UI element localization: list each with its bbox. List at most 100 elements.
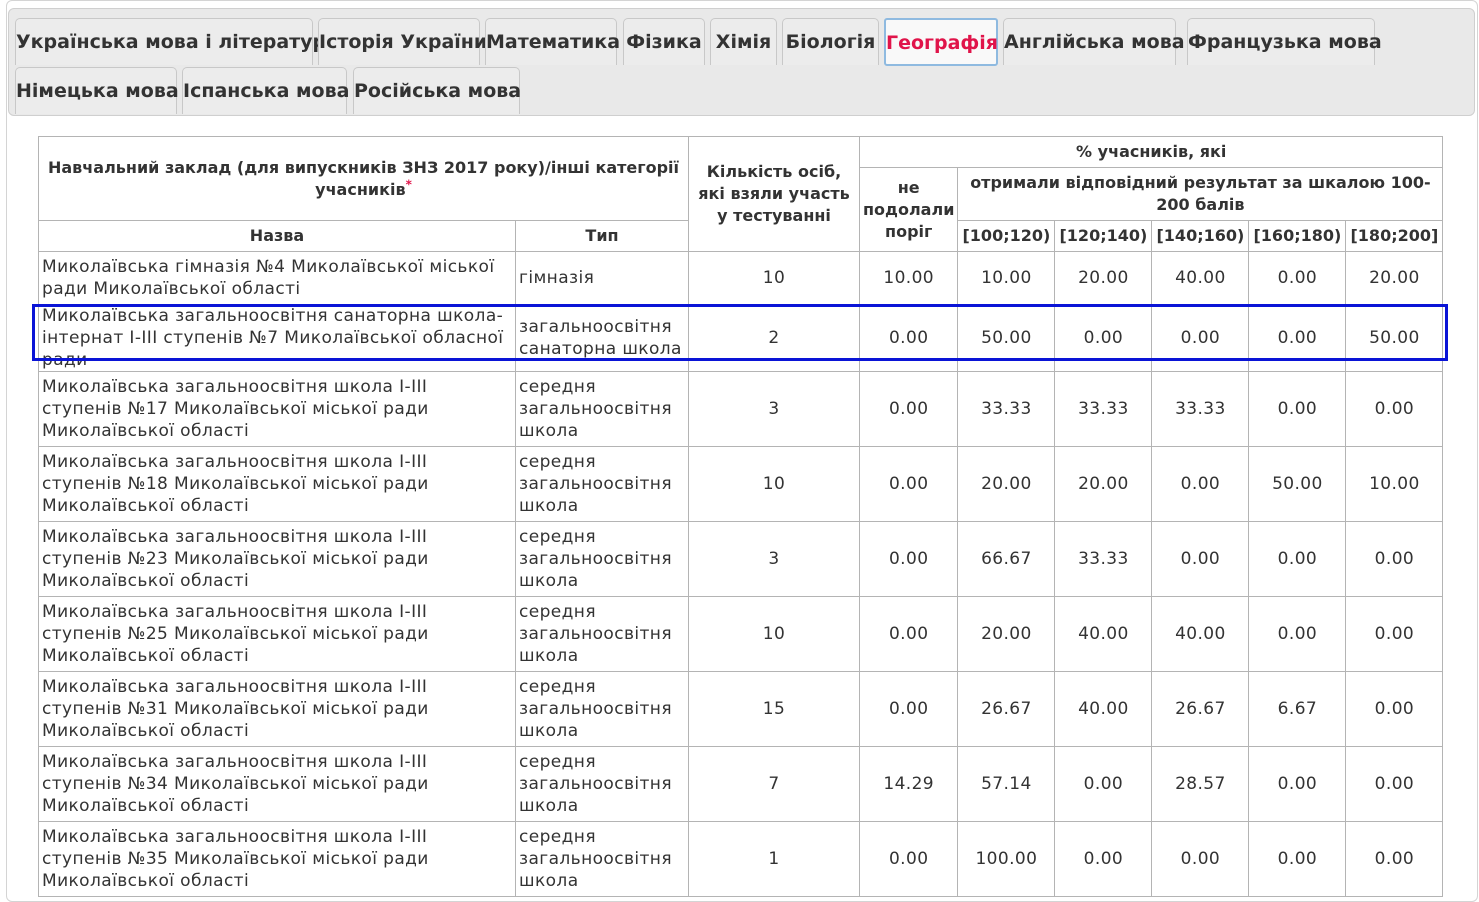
range-header: [160;180) — [1248, 220, 1347, 252]
range-180-200-percent: 0.00 — [1345, 821, 1444, 897]
name-header: Назва — [38, 220, 516, 252]
tab-russian[interactable]: Російська мова — [353, 67, 521, 114]
school-type: середня загальноосвітня школа — [515, 596, 689, 672]
participants-count: 10 — [688, 596, 860, 672]
range-header: [120;140) — [1054, 220, 1153, 252]
participants-count: 10 — [688, 251, 860, 305]
results-table: Навчальний заклад (для випускників ЗНЗ 2… — [38, 136, 1444, 897]
school-type: середня загальноосвітня школа — [515, 746, 689, 822]
table-row: Миколаївська загальноосвітня школа І-ІІІ… — [38, 821, 1444, 897]
tab-physics[interactable]: Фізика — [623, 18, 705, 65]
table-row: Миколаївська гімназія №4 Миколаївської м… — [38, 251, 1444, 305]
tab-english[interactable]: Англійська мова — [1003, 18, 1185, 65]
range-160-180-percent: 0.00 — [1248, 251, 1347, 305]
range-180-200-percent: 0.00 — [1345, 371, 1444, 447]
range-120-140-percent: 0.00 — [1054, 746, 1153, 822]
range-180-200-percent: 0.00 — [1345, 746, 1444, 822]
range-180-200-percent: 0.00 — [1345, 671, 1444, 747]
range-100-120-percent: 20.00 — [957, 596, 1056, 672]
failed-percent: 0.00 — [858, 446, 959, 522]
range-180-200-percent: 10.00 — [1345, 446, 1444, 522]
failed-percent: 0.00 — [858, 521, 959, 597]
scale-result-header: отримали відповідний результат за шкалою… — [957, 167, 1444, 221]
table-row: Миколаївська загальноосвітня школа І-ІІІ… — [38, 371, 1444, 447]
school-name: Миколаївська загальноосвітня школа І-ІІІ… — [38, 371, 516, 447]
school-type: середня загальноосвітня школа — [515, 821, 689, 897]
range-140-160-percent: 0.00 — [1151, 304, 1250, 372]
tab-german[interactable]: Німецька мова — [15, 67, 179, 114]
range-140-160-percent: 26.67 — [1151, 671, 1250, 747]
table-row: Миколаївська загальноосвітня школа І-ІІІ… — [38, 671, 1444, 747]
failed-percent: 10.00 — [858, 251, 959, 305]
school-type: середня загальноосвітня школа — [515, 446, 689, 522]
tab-history-of-ukraine[interactable]: Історія України — [318, 18, 487, 65]
range-120-140-percent: 40.00 — [1054, 671, 1153, 747]
participants-count: 15 — [688, 671, 860, 747]
range-100-120-percent: 50.00 — [957, 304, 1056, 372]
school-name: Миколаївська загальноосвітня школа І-ІІІ… — [38, 821, 516, 897]
range-140-160-percent: 0.00 — [1151, 821, 1250, 897]
range-header: [100;120) — [957, 220, 1056, 252]
participants-count: 2 — [688, 304, 860, 372]
table-row: Миколаївська загальноосвітня школа І-ІІІ… — [38, 446, 1444, 522]
school-name: Миколаївська загальноосвітня школа І-ІІІ… — [38, 671, 516, 747]
failed-percent: 14.29 — [858, 746, 959, 822]
range-160-180-percent: 50.00 — [1248, 446, 1347, 522]
school-name: Миколаївська загальноосвітня школа І-ІІІ… — [38, 746, 516, 822]
school-name: Миколаївська загальноосвітня школа І-ІІІ… — [38, 521, 516, 597]
tab-chemistry[interactable]: Хімія — [710, 18, 777, 65]
tab-mathematics[interactable]: Математика — [485, 18, 620, 65]
range-120-140-percent: 20.00 — [1054, 251, 1153, 305]
range-100-120-percent: 100.00 — [957, 821, 1056, 897]
range-100-120-percent: 26.67 — [957, 671, 1056, 747]
range-120-140-percent: 33.33 — [1054, 371, 1153, 447]
tab-biology[interactable]: Біологія — [782, 18, 879, 65]
failed-percent: 0.00 — [858, 304, 959, 372]
range-100-120-percent: 10.00 — [957, 251, 1056, 305]
table-row: Миколаївська загальноосвітня школа І-ІІІ… — [38, 596, 1444, 672]
range-100-120-percent: 20.00 — [957, 446, 1056, 522]
range-100-120-percent: 66.67 — [957, 521, 1056, 597]
range-120-140-percent: 0.00 — [1054, 821, 1153, 897]
range-160-180-percent: 0.00 — [1248, 521, 1347, 597]
participants-count: 7 — [688, 746, 860, 822]
range-160-180-percent: 0.00 — [1248, 304, 1347, 372]
range-160-180-percent: 0.00 — [1248, 746, 1347, 822]
school-type: гімназія — [515, 251, 689, 305]
range-180-200-percent: 0.00 — [1345, 596, 1444, 672]
failed-percent: 0.00 — [858, 596, 959, 672]
school-type: середня загальноосвітня школа — [515, 371, 689, 447]
tab-geography[interactable]: Географія — [884, 18, 998, 66]
range-140-160-percent: 40.00 — [1151, 251, 1250, 305]
range-160-180-percent: 0.00 — [1248, 596, 1347, 672]
school-name: Миколаївська загальноосвітня школа І-ІІІ… — [38, 446, 516, 522]
school-type: середня загальноосвітня школа — [515, 671, 689, 747]
range-180-200-percent: 50.00 — [1345, 304, 1444, 372]
participants-count: 3 — [688, 521, 860, 597]
subject-tab-bar: Українська мова і література Історія Укр… — [8, 8, 1475, 116]
participants-count: 3 — [688, 371, 860, 447]
school-type: загальноосвітня санаторна школа — [515, 304, 689, 372]
table-row: Миколаївська загальноосвітня санаторна ш… — [38, 304, 1444, 372]
range-140-160-percent: 28.57 — [1151, 746, 1250, 822]
range-180-200-percent: 20.00 — [1345, 251, 1444, 305]
range-160-180-percent: 0.00 — [1248, 371, 1347, 447]
range-header: [180;200] — [1345, 220, 1444, 252]
participants-count: 1 — [688, 821, 860, 897]
range-120-140-percent: 40.00 — [1054, 596, 1153, 672]
failed-threshold-header: не подолали поріг — [858, 167, 959, 252]
required-mark: * — [405, 177, 412, 192]
range-140-160-percent: 40.00 — [1151, 596, 1250, 672]
institution-header: Навчальний заклад (для випускників ЗНЗ 2… — [38, 136, 689, 221]
participants-count: 10 — [688, 446, 860, 522]
tab-spanish[interactable]: Іспанська мова — [182, 67, 349, 114]
range-120-140-percent: 0.00 — [1054, 304, 1153, 372]
tab-ukrainian-language-literature[interactable]: Українська мова і література — [15, 18, 339, 65]
range-100-120-percent: 33.33 — [957, 371, 1056, 447]
table-row: Миколаївська загальноосвітня школа І-ІІІ… — [38, 746, 1444, 822]
range-180-200-percent: 0.00 — [1345, 521, 1444, 597]
range-140-160-percent: 33.33 — [1151, 371, 1250, 447]
tab-french[interactable]: Французька мова — [1187, 18, 1382, 65]
school-name: Миколаївська загальноосвітня школа І-ІІІ… — [38, 596, 516, 672]
failed-percent: 0.00 — [858, 371, 959, 447]
